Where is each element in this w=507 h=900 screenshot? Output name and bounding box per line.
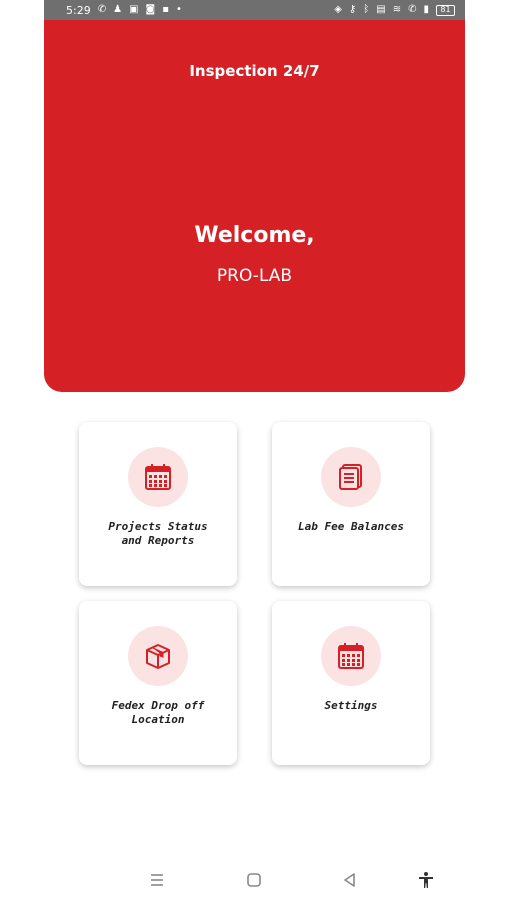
navigation-bar bbox=[0, 860, 507, 900]
calendar-icon bbox=[338, 643, 364, 669]
back-icon bbox=[344, 873, 355, 887]
lock-icon: ▪ bbox=[162, 4, 169, 15]
whatsapp-icon: ✆ bbox=[97, 4, 107, 15]
app-icon: ▣ bbox=[129, 4, 139, 15]
recent-apps-icon bbox=[151, 874, 163, 886]
card-label-line1: Lab Fee Balances bbox=[298, 520, 404, 533]
home-icon bbox=[247, 873, 261, 887]
fedex-drop-off-card[interactable]: Fedex Drop off Location bbox=[79, 601, 237, 765]
card-label: Fedex Drop off Location bbox=[87, 699, 229, 727]
bluetooth-icon: ᛒ bbox=[363, 4, 370, 15]
status-left: 5:29 ✆ ♟ ▣ ◙ ▪ • bbox=[66, 4, 182, 17]
call-icon: ✆ bbox=[408, 4, 417, 15]
lab-fee-balances-card[interactable]: Lab Fee Balances bbox=[272, 422, 430, 586]
status-right: ◈ ⚷ ᛒ ▤ ≋ ✆ ▮ 81 bbox=[334, 4, 455, 16]
snapchat-icon: ♟ bbox=[113, 4, 123, 15]
recent-apps-button[interactable] bbox=[146, 869, 168, 891]
volte-icon: ▤ bbox=[376, 4, 386, 15]
card-label: Lab Fee Balances bbox=[280, 520, 422, 534]
key-icon: ⚷ bbox=[348, 4, 357, 15]
home-button[interactable] bbox=[243, 869, 265, 891]
wifi-icon: ≋ bbox=[392, 4, 402, 15]
settings-card[interactable]: Settings bbox=[272, 601, 430, 765]
battery-indicator: 81 bbox=[436, 4, 455, 16]
card-icon-circle bbox=[321, 626, 381, 686]
card-label-line2: and Reports bbox=[121, 534, 195, 547]
card-label: Projects Status and Reports bbox=[87, 520, 229, 548]
accessibility-icon bbox=[419, 872, 433, 888]
projects-status-card[interactable]: Projects Status and Reports bbox=[79, 422, 237, 586]
welcome-text: Welcome, bbox=[194, 223, 315, 248]
nfc-icon: ◈ bbox=[334, 4, 342, 15]
card-icon-circle bbox=[128, 626, 188, 686]
document-icon bbox=[339, 464, 362, 490]
card-label-line1: Fedex Drop off bbox=[111, 699, 205, 712]
instagram-icon: ◙ bbox=[145, 4, 156, 15]
card-label: Settings bbox=[280, 699, 422, 713]
card-icon-circle bbox=[321, 447, 381, 507]
card-label-line2: Location bbox=[131, 713, 185, 726]
box-icon bbox=[146, 644, 170, 669]
app-title: Inspection 24/7 bbox=[189, 62, 320, 80]
user-name: PRO-LAB bbox=[216, 266, 293, 286]
accessibility-button[interactable] bbox=[415, 869, 437, 891]
status-time: 5:29 bbox=[66, 3, 91, 17]
dot-icon: • bbox=[176, 4, 182, 15]
hero-header: Inspection 24/7 Welcome, PRO-LAB bbox=[44, 20, 465, 392]
card-icon-circle bbox=[128, 447, 188, 507]
signal-icon: ▮ bbox=[423, 4, 429, 15]
card-label-line1: Settings bbox=[324, 699, 378, 712]
card-label-line1: Projects Status bbox=[108, 520, 208, 533]
status-bar: 5:29 ✆ ♟ ▣ ◙ ▪ • ◈ ⚷ ᛒ ▤ ≋ ✆ ▮ 81 bbox=[44, 0, 465, 20]
calendar-icon bbox=[145, 464, 171, 490]
back-button[interactable] bbox=[339, 869, 361, 891]
